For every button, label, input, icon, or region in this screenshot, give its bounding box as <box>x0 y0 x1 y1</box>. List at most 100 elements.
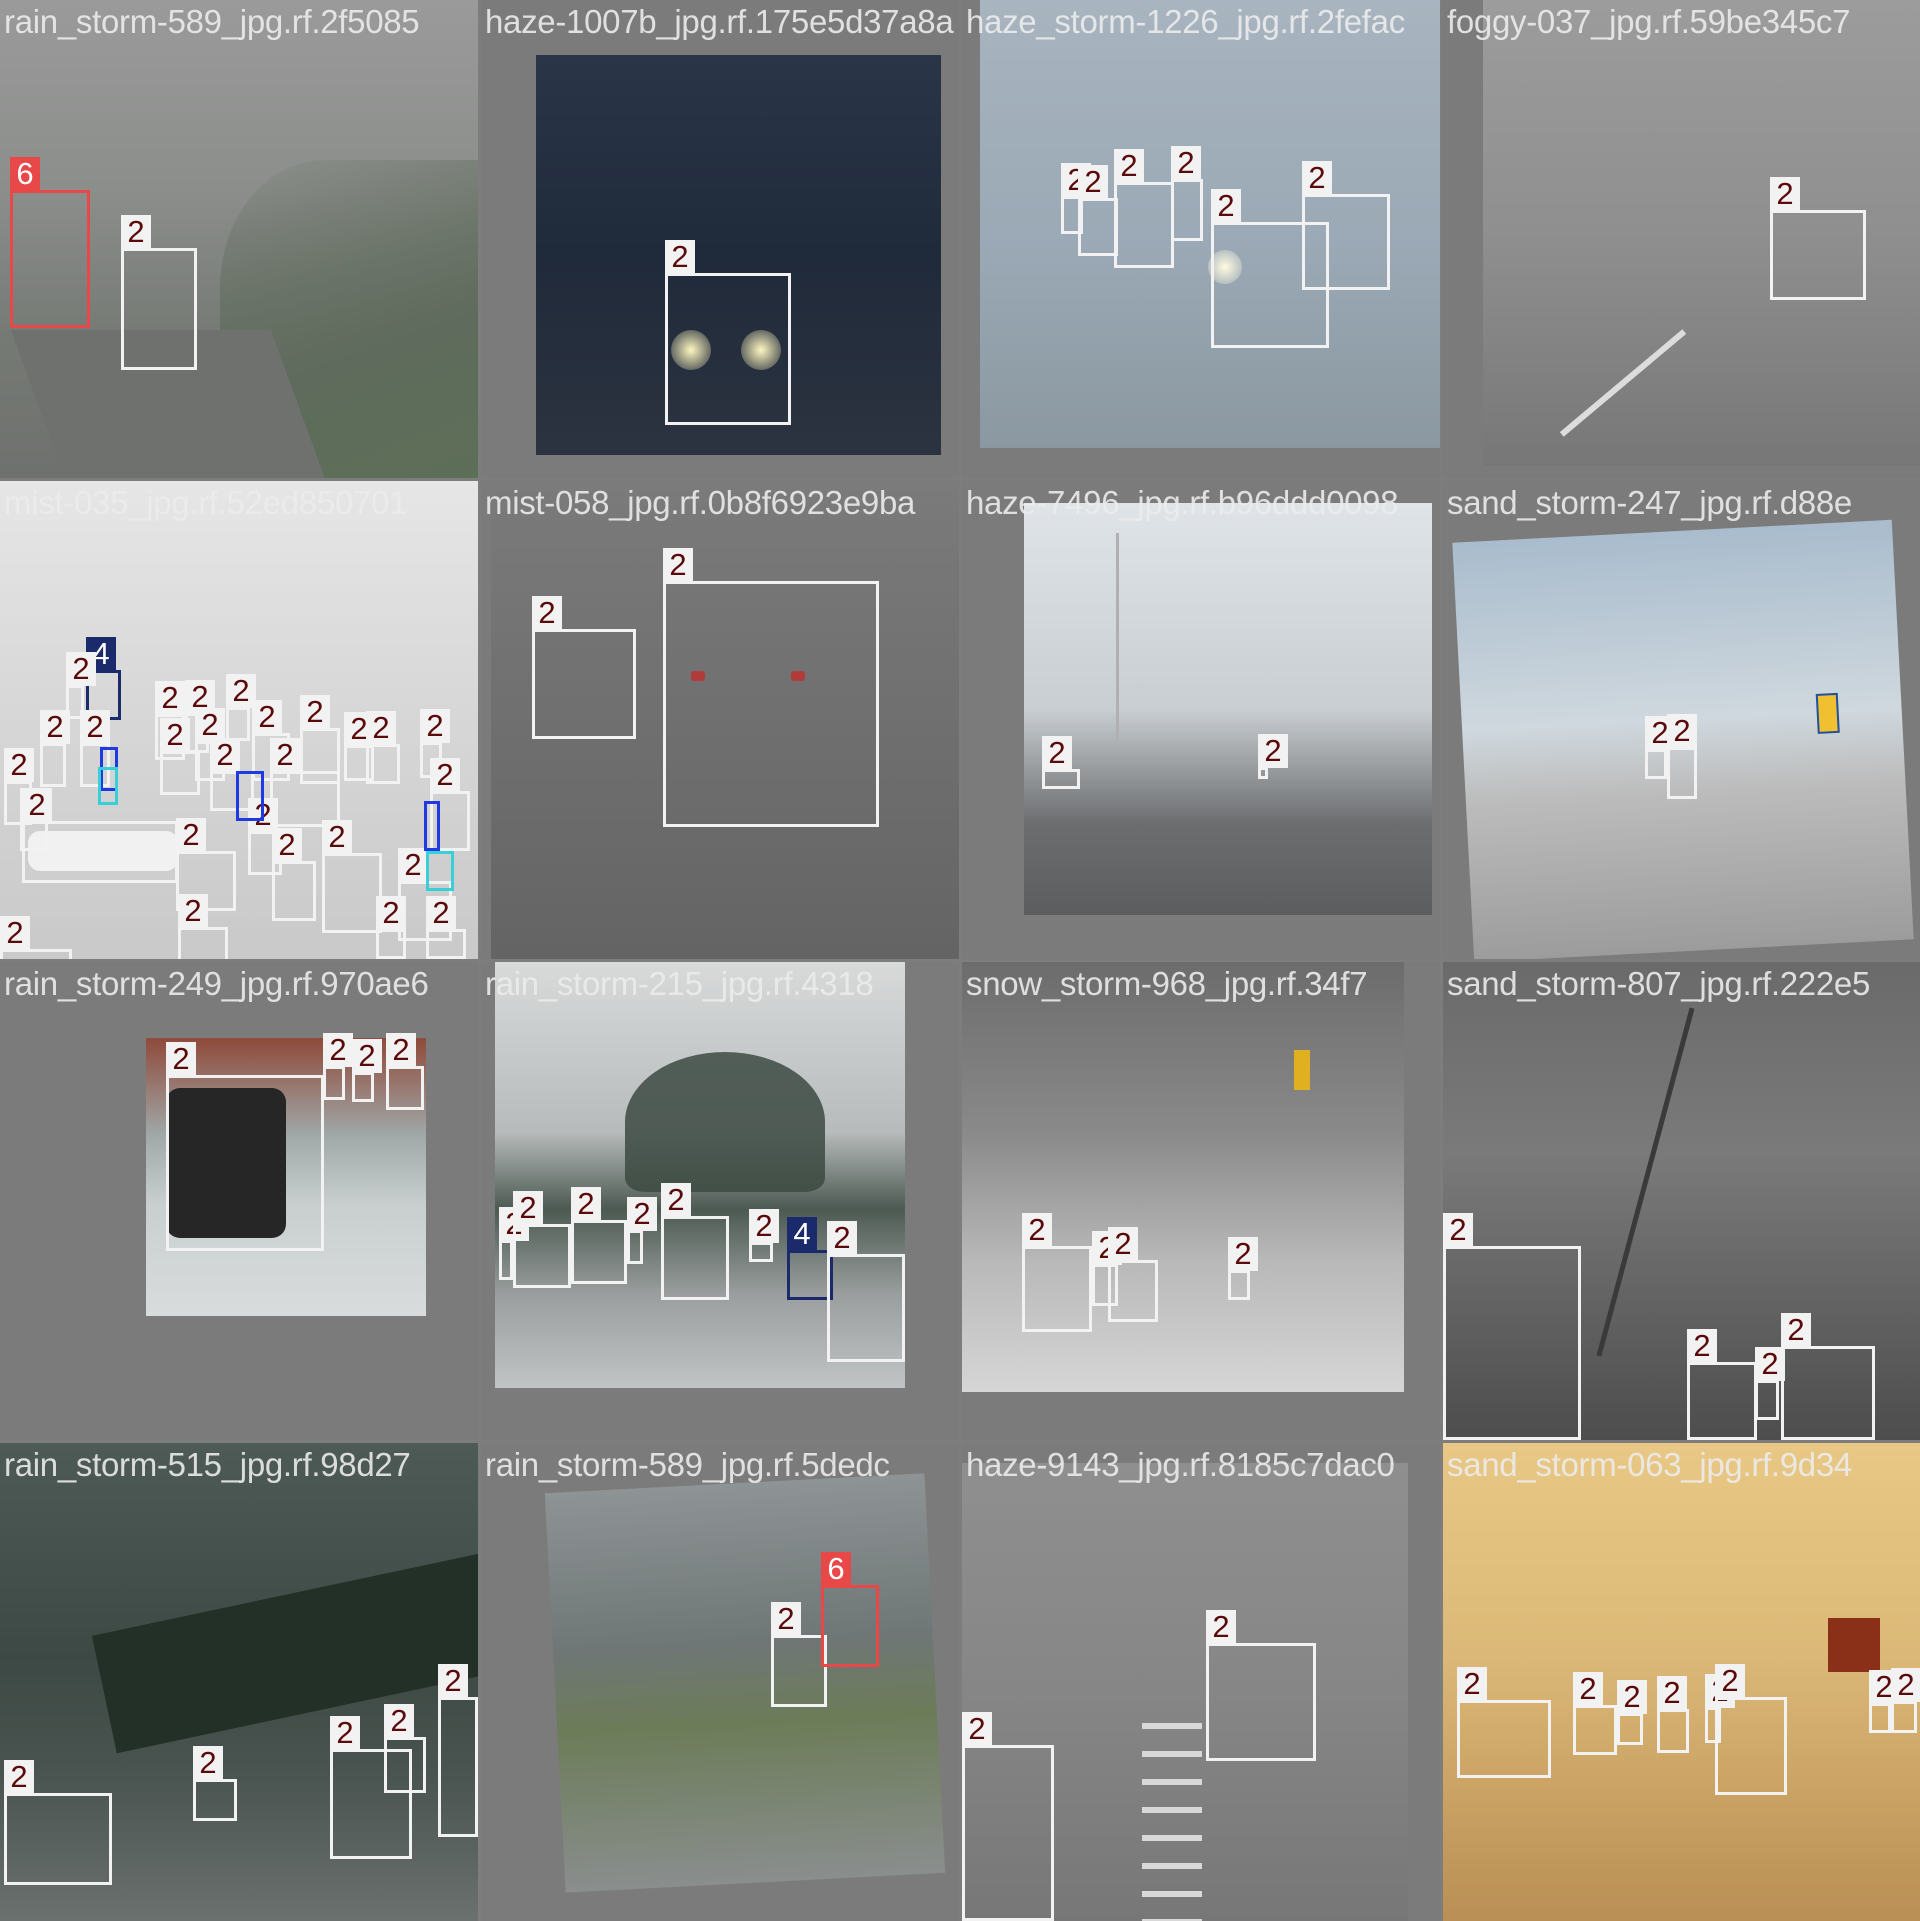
class-label: 2 <box>1715 1664 1745 1698</box>
detection-box: 2 <box>499 1207 529 1280</box>
class-label: 2 <box>1443 1213 1473 1247</box>
detection-box: 2 <box>1042 736 1080 789</box>
class-label: 2 <box>330 1716 360 1750</box>
detection-box: 2 <box>1781 1313 1875 1440</box>
image-tile: rain_storm-215_jpg.rf.4318 2 2 2 2 2 2 4… <box>481 962 959 1440</box>
detection-box: 2 <box>366 711 400 784</box>
class-label: 2 <box>210 738 240 772</box>
class-label: 2 <box>22 788 52 822</box>
image-tile: mist-058_jpg.rf.0b8f6923e9ba 2 2 <box>481 481 959 959</box>
detection-box: 2 <box>323 1033 353 1100</box>
class-label: 2 <box>1206 1610 1236 1644</box>
detection-box: 2 <box>376 896 406 959</box>
class-label: 2 <box>1078 165 1108 199</box>
class-label: 2 <box>386 1033 416 1067</box>
class-label: 2 <box>430 758 460 792</box>
image-tile: sand_storm-063_jpg.rf.9d34 2 2 2 2 2 2 2… <box>1443 1443 1920 1921</box>
image-tile: sand_storm-807_jpg.rf.222e5 2 2 2 2 <box>1443 962 1920 1440</box>
class-label: 2 <box>827 1221 857 1255</box>
detection-box: 2 <box>166 1042 324 1251</box>
image-filename: mist-058_jpg.rf.0b8f6923e9ba <box>485 484 916 521</box>
detection-box: 2 <box>384 1704 426 1793</box>
detection-box: 2 <box>1645 716 1675 779</box>
detection-box: 2 <box>1443 1213 1581 1440</box>
class-label: 2 <box>420 709 450 743</box>
image-filename: sand_storm-247_jpg.rf.d88e <box>1447 484 1852 521</box>
class-label: 2 <box>300 695 330 729</box>
detection-box: 2 <box>1715 1664 1787 1795</box>
class-label: 2 <box>176 818 206 852</box>
detection-box: 2 <box>272 828 316 921</box>
detection-box: 2 <box>0 916 72 959</box>
class-label: 2 <box>270 738 300 772</box>
detection-box: 2 <box>663 548 879 827</box>
detection-box-class-0 <box>236 771 264 821</box>
detection-box-class-1 <box>426 851 454 891</box>
image-tile: haze_storm-1226_jpg.rf.2fefac 2 2 2 2 2 … <box>962 0 1440 478</box>
palm-tree-shape <box>625 1052 825 1192</box>
detection-box: 2 <box>1687 1329 1757 1440</box>
image-filename: haze-1007b_jpg.rf.175e5d37a8a <box>485 3 954 40</box>
class-label: 2 <box>66 652 96 686</box>
detection-box: 2 <box>322 820 382 933</box>
detection-box: 2 <box>1617 1680 1647 1745</box>
class-label: 2 <box>665 240 695 274</box>
image-tile: foggy-037_jpg.rf.59be345c7 2 <box>1443 0 1920 478</box>
detection-box: 2 <box>22 788 178 883</box>
class-label: 2 <box>366 711 396 745</box>
treeline-shape <box>91 1552 478 1754</box>
detection-box: 2 <box>1302 161 1390 290</box>
class-label: 2 <box>166 1042 196 1076</box>
image-filename: sand_storm-807_jpg.rf.222e5 <box>1447 965 1871 1002</box>
detection-box: 2 <box>1869 1670 1899 1733</box>
class-label: 2 <box>771 1602 801 1636</box>
detection-box: 2 <box>1258 734 1288 779</box>
detection-box: 2 <box>1171 146 1203 241</box>
class-label: 2 <box>322 820 352 854</box>
detection-box: 2 <box>513 1191 571 1288</box>
class-label: 2 <box>1258 734 1288 768</box>
class-label: 2 <box>155 681 185 715</box>
class-label: 2 <box>272 828 302 862</box>
detection-box: 2 <box>1457 1667 1551 1778</box>
hazy-highway-photo <box>1024 503 1432 915</box>
class-label: 2 <box>1891 1668 1920 1702</box>
class-label: 2 <box>1781 1313 1811 1347</box>
detection-box: 2 <box>1108 1227 1158 1322</box>
class-label: 2 <box>1657 1676 1687 1710</box>
class-label: 2 <box>962 1712 992 1746</box>
image-filename: haze_storm-1226_jpg.rf.2fefac <box>966 3 1405 40</box>
class-label: 2 <box>0 916 30 950</box>
image-filename: rain_storm-515_jpg.rf.98d27 <box>4 1446 411 1483</box>
class-label: 2 <box>398 848 428 882</box>
detection-box: 2 <box>352 1039 382 1102</box>
image-filename: snow_storm-968_jpg.rf.34f7 <box>966 965 1368 1002</box>
detection-box: 2 <box>40 710 70 787</box>
detection-box: 6 <box>821 1552 879 1667</box>
class-label: 2 <box>352 1039 382 1073</box>
image-tile: haze-9143_jpg.rf.8185c7dac0 2 2 <box>962 1443 1440 1921</box>
image-tile: snow_storm-968_jpg.rf.34f7 2 2 2 2 <box>962 962 1440 1440</box>
class-label: 2 <box>571 1187 601 1221</box>
detection-box-class-1 <box>98 767 118 805</box>
image-filename: foggy-037_jpg.rf.59be345c7 <box>1447 3 1851 40</box>
detection-box: 2 <box>4 1760 112 1885</box>
class-label: 2 <box>532 596 562 630</box>
detection-box: 2 <box>1667 714 1697 799</box>
class-label: 2 <box>426 896 456 930</box>
detection-box: 2 <box>661 1183 729 1300</box>
detection-box: 2 <box>426 896 466 959</box>
class-label: 2 <box>627 1197 657 1231</box>
detection-box: 2 <box>1114 149 1174 268</box>
class-label: 2 <box>323 1033 353 1067</box>
road-sign <box>1828 1618 1880 1672</box>
class-label: 2 <box>80 710 110 744</box>
image-tile: rain_storm-589_jpg.rf.5dedc 2 6 <box>481 1443 959 1921</box>
detection-box: 2 <box>1078 165 1118 256</box>
image-filename: rain_storm-215_jpg.rf.4318 <box>485 965 874 1002</box>
class-label: 2 <box>252 700 282 734</box>
detection-box: 2 <box>1657 1676 1689 1753</box>
detection-box: 2 <box>1206 1610 1316 1761</box>
utility-pole <box>1596 1007 1695 1357</box>
detection-box: 2 <box>178 894 228 959</box>
